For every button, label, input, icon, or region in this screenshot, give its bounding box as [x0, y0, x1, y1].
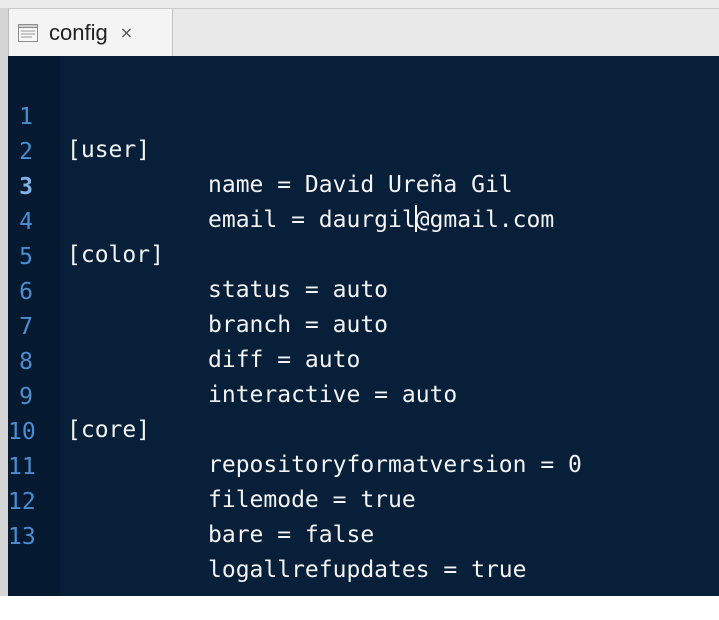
code-line[interactable]: 7 diff = auto	[8, 278, 719, 373]
code-line[interactable]: 12 bare = false	[8, 453, 719, 548]
line-text: logallrefupdates = true	[208, 557, 527, 583]
tab-bar: config ×	[0, 8, 719, 56]
code-line[interactable]: 6 branch = auto	[8, 243, 719, 338]
code-line[interactable]: 4 [color]	[8, 173, 719, 268]
tab-title: config	[49, 19, 108, 45]
text-editor-window: config × 1 [user] 2 name = David Ureña G…	[0, 0, 719, 596]
code-line[interactable]: 8 interactive = auto	[8, 313, 719, 408]
code-line[interactable]: 2 name = David Ureña Gil	[8, 103, 719, 198]
text-file-icon	[17, 22, 39, 44]
line-text: bare = false	[208, 522, 375, 548]
code-line[interactable]: 9 [core]	[8, 348, 719, 443]
code-line[interactable]: 13 logallrefupdates = true	[8, 488, 719, 583]
tab-close-button[interactable]: ×	[120, 23, 133, 42]
code-line[interactable]: 10 repositoryformatversion = 0	[8, 383, 719, 478]
code-editor[interactable]: 1 [user] 2 name = David Ureña Gil 3 emai…	[8, 56, 719, 596]
tab-config[interactable]: config ×	[8, 9, 173, 56]
code-line-active[interactable]: 3 email = daurgil@gmail.com	[8, 138, 719, 233]
line-number: 13	[8, 524, 36, 550]
code-line[interactable]: 11 filemode = true	[8, 418, 719, 513]
code-line[interactable]: 1 [user]	[8, 68, 719, 163]
code-line[interactable]: 5 status = auto	[8, 208, 719, 303]
